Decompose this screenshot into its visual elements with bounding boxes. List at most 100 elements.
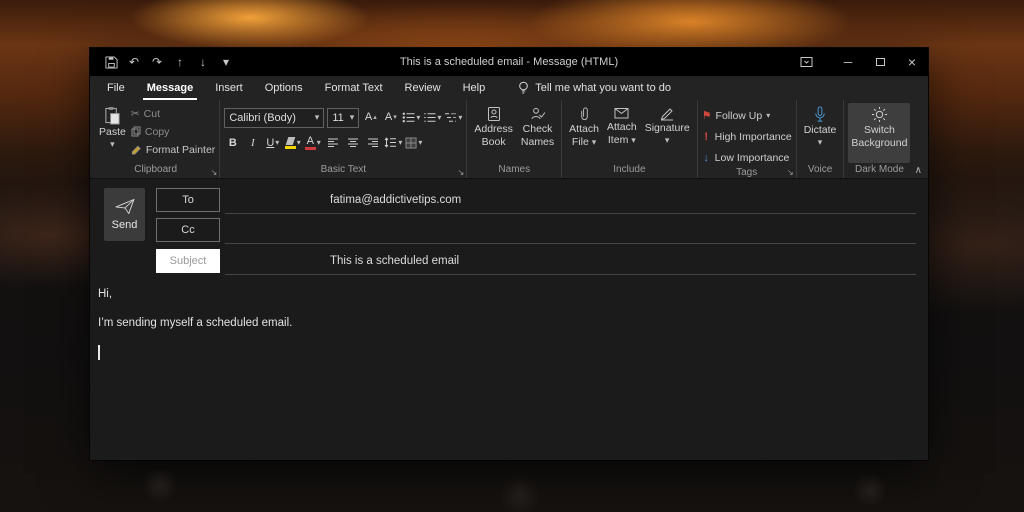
redo-button[interactable]: ↷ [150,54,164,70]
format-painter-button[interactable]: Format Painter [131,142,215,157]
ribbon-display-options-button[interactable] [790,48,822,76]
tab-review[interactable]: Review [394,76,452,100]
highlighter-icon [285,137,296,149]
format-painter-icon [131,144,142,155]
chevron-down-icon: ▾ [818,138,823,146]
group-label-tags: Tags [702,166,792,180]
tab-insert[interactable]: Insert [204,76,254,100]
tags-dialog-launcher[interactable]: ↘ [787,169,794,177]
underline-button[interactable]: U▾ [264,134,281,152]
to-field-value[interactable]: fatima@addictivetips.com [330,188,461,212]
tab-help[interactable]: Help [452,76,497,100]
signature-label: Signature [645,123,690,134]
check-names-button[interactable]: Check Names [518,103,557,163]
group-label-clipboard: Clipboard [96,163,215,178]
next-item-button[interactable]: ↓ [196,54,210,70]
line-spacing-button[interactable]: ▾ [384,134,402,152]
switch-background-label-2: Background [851,138,907,149]
numbering-button[interactable]: ▾ [423,109,441,127]
copy-button[interactable]: Copy [131,124,215,139]
borders-icon [405,137,417,149]
chevron-down-icon: ▾ [297,138,301,147]
body-line: Hi, [98,287,916,301]
tab-format-text[interactable]: Format Text [314,76,394,100]
chevron-down-icon: ▾ [766,111,770,120]
dictate-button[interactable]: Dictate ▾ [801,103,840,163]
text-highlight-button[interactable]: ▾ [284,134,301,152]
collapse-ribbon-button[interactable]: ∧ [915,165,922,176]
font-name-select[interactable]: Calibri (Body) ▾ [224,108,324,128]
quick-access-toolbar: ↶ ↷ ↑ ↓ ▾ [90,54,233,70]
subject-field-separator [225,274,916,275]
bold-button[interactable]: B [224,134,241,152]
minimize-button[interactable]: ─ [832,48,864,76]
address-book-button[interactable]: Address Book [471,103,516,163]
check-names-label-1: Check [523,124,553,135]
switch-background-button[interactable]: Switch Background [848,103,910,163]
low-importance-button[interactable]: ↓Low Importance [702,149,792,166]
undo-button[interactable]: ↶ [127,54,141,70]
subject-button[interactable]: Subject [156,249,220,273]
align-right-button[interactable] [364,134,381,152]
sun-icon [871,106,888,123]
underline-letter: U [266,137,274,149]
chevron-down-icon: ▾ [416,113,420,122]
send-button[interactable]: Send [104,188,145,241]
lightbulb-icon [518,81,529,95]
outlook-message-window: ↶ ↷ ↑ ↓ ▾ This is a scheduled email - Me… [90,48,928,460]
align-center-button[interactable] [344,134,361,152]
follow-up-button[interactable]: ⚑Follow Up▾ [702,107,792,124]
attach-item-label-2: Item ▾ [608,135,636,146]
format-painter-label: Format Painter [146,144,215,156]
multilevel-list-button[interactable]: ▾ [444,109,462,127]
subject-field-value[interactable]: This is a scheduled email [330,249,459,273]
customize-qat-button[interactable]: ▾ [219,54,233,70]
shrink-font-button[interactable]: A▾ [382,109,399,127]
group-names: Address Book Check Names Names [467,100,562,178]
clipboard-dialog-launcher[interactable]: ↘ [211,169,218,177]
tab-options[interactable]: Options [254,76,314,100]
grow-font-letter: A [365,112,372,123]
tab-message[interactable]: Message [136,76,204,100]
message-body[interactable]: Hi, I’m sending myself a scheduled email… [98,287,916,360]
grow-font-button[interactable]: A▴ [362,109,379,127]
high-importance-button[interactable]: !High Importance [702,128,792,145]
attach-file-button[interactable]: Attach File ▾ [566,103,602,163]
bullets-icon [402,112,415,123]
font-color-button[interactable]: A▾ [304,134,321,152]
tab-file[interactable]: File [96,76,136,100]
font-size-select[interactable]: 11 ▾ [327,108,359,128]
basic-text-dialog-launcher[interactable]: ↘ [458,169,465,177]
maximize-button[interactable] [864,48,896,76]
paste-button[interactable]: Paste ▾ [96,103,129,163]
align-left-button[interactable] [324,134,341,152]
group-dark-mode: Switch Background Dark Mode [844,100,914,178]
cut-button[interactable]: ✂Cut [131,106,215,121]
chevron-down-icon: ▾ [315,112,320,123]
signature-button[interactable]: Signature ▾ [642,103,693,163]
tell-me-box[interactable]: Tell me what you want to do [518,81,671,95]
maximize-icon [876,58,885,66]
attach-item-button[interactable]: Attach Item ▾ [604,103,640,163]
cc-button[interactable]: Cc [156,218,220,242]
chevron-down-icon: ▾ [223,55,229,69]
titlebar: ↶ ↷ ↑ ↓ ▾ This is a scheduled email - Me… [90,48,928,76]
bullets-button[interactable]: ▾ [402,109,420,127]
italic-button[interactable]: I [244,134,261,152]
address-book-label-2: Book [482,137,506,148]
save-button[interactable] [104,54,118,70]
chevron-down-icon: ▾ [317,138,321,147]
chevron-down-icon: ▾ [665,136,670,144]
chevron-down-icon: ▾ [631,135,636,145]
attach-file-label-2: File ▾ [572,137,596,148]
close-button[interactable]: × [896,48,928,76]
borders-button[interactable]: ▾ [405,134,422,152]
window-controls: ─ × [790,48,928,76]
previous-item-button[interactable]: ↑ [173,54,187,70]
low-importance-label: Low Importance [715,152,790,164]
paste-icon [104,106,121,125]
cut-label: Cut [144,108,160,120]
copy-label: Copy [145,126,170,138]
send-plane-icon [114,198,136,215]
to-button[interactable]: To [156,188,220,212]
